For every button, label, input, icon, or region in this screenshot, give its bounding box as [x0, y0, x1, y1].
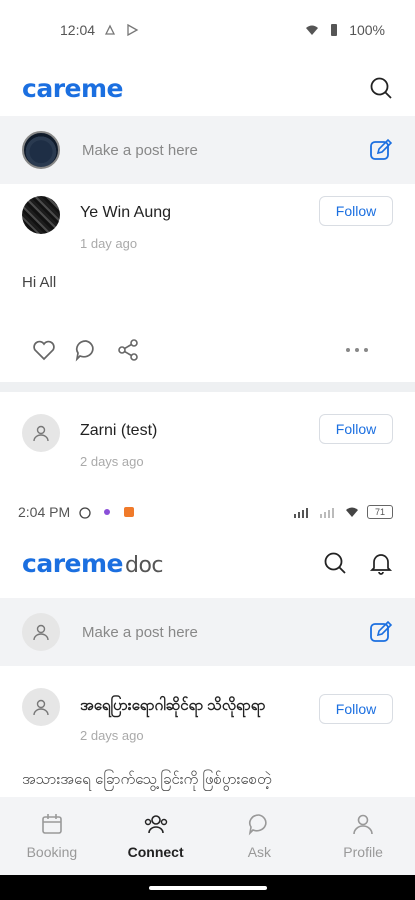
- post-composer[interactable]: Make a post here: [0, 598, 415, 666]
- play-icon: [127, 23, 139, 37]
- notifications-button[interactable]: [367, 549, 395, 577]
- more-button[interactable]: [343, 336, 371, 364]
- status-time: 12:04: [60, 22, 96, 38]
- post-card: အရေပြားရောဂါဆိုင်ရာ သိလိုရာရာ 2 days ago…: [0, 676, 415, 797]
- app-logo: caremedoc: [22, 548, 164, 578]
- people-icon: [144, 815, 167, 834]
- author-avatar[interactable]: [22, 688, 60, 726]
- heart-icon: [33, 340, 55, 361]
- author-avatar[interactable]: [22, 414, 60, 452]
- calendar-icon: [42, 814, 62, 834]
- nav-label: Profile: [343, 844, 383, 860]
- gesture-bar: [0, 875, 415, 900]
- post-card: Zarni (test) 2 days ago Follow: [0, 402, 415, 497]
- like-button[interactable]: [30, 336, 58, 364]
- author-name[interactable]: Zarni (test): [80, 422, 157, 440]
- follow-button[interactable]: Follow: [319, 414, 393, 444]
- author-name[interactable]: Ye Win Aung: [80, 204, 171, 222]
- more-icon: [346, 348, 368, 352]
- edit-icon: [370, 620, 393, 642]
- post-time: 1 day ago: [80, 236, 138, 251]
- nav-booking[interactable]: Booking: [12, 812, 92, 860]
- author-avatar[interactable]: [22, 196, 60, 234]
- app-header: careme: [0, 60, 415, 116]
- signal-icon: [294, 508, 308, 518]
- avatar: [22, 613, 60, 651]
- comment-icon: [75, 340, 94, 362]
- chat-icon: [249, 814, 268, 836]
- post-composer[interactable]: Make a post here: [0, 116, 415, 184]
- author-name[interactable]: အရေပြားရောဂါဆိုင်ရာ သိလိုရာရာ: [80, 696, 266, 718]
- post-card: Ye Win Aung 1 day ago Follow Hi All: [0, 184, 415, 382]
- battery-level: 100%: [349, 22, 385, 38]
- search-button[interactable]: [367, 74, 395, 102]
- post-time: 2 days ago: [80, 728, 144, 743]
- home-indicator[interactable]: [148, 885, 267, 890]
- section-divider: [0, 382, 415, 392]
- wifi-icon: [306, 25, 319, 35]
- search-button[interactable]: [321, 549, 349, 577]
- nav-label: Ask: [247, 844, 272, 860]
- share-icon: [118, 339, 138, 361]
- signal-icon-2: [320, 508, 334, 518]
- app-logo: careme: [22, 73, 123, 103]
- post-actions: [30, 336, 385, 364]
- nav-label: Connect: [127, 844, 184, 860]
- nav-connect[interactable]: Connect: [116, 812, 196, 860]
- user-icon: [353, 814, 373, 835]
- post-text: အသားအရေ ခြောက်သွေ့ခြင်းကို ဖြစ်ပွားစေတဲ့: [22, 771, 272, 788]
- search-icon: [324, 552, 346, 574]
- follow-button[interactable]: Follow: [319, 694, 393, 724]
- search-icon: [370, 77, 392, 99]
- post-input[interactable]: Make a post here: [82, 142, 367, 159]
- user-icon: [33, 425, 49, 442]
- app-header: caremedoc: [0, 535, 415, 591]
- nav-profile[interactable]: Profile: [323, 812, 403, 860]
- wifi-icon: [346, 507, 358, 517]
- status-time: 2:04 PM: [18, 504, 71, 520]
- compose-button[interactable]: [367, 618, 395, 646]
- battery-icon: 71: [367, 505, 393, 519]
- logo-text: careme: [22, 548, 123, 578]
- post-text: Hi All: [22, 274, 57, 291]
- app-icon: [124, 507, 135, 517]
- alarm-icon: [79, 507, 91, 519]
- status-bar: 2:04 PM 71: [0, 497, 415, 527]
- follow-button[interactable]: Follow: [319, 196, 393, 226]
- nav-ask[interactable]: Ask: [219, 812, 299, 860]
- compose-button[interactable]: [367, 136, 395, 164]
- logo-suffix: doc: [124, 552, 164, 578]
- avatar: [22, 131, 60, 169]
- status-bar: 12:04 100%: [0, 0, 415, 60]
- share-button[interactable]: [114, 336, 142, 364]
- user-icon: [33, 624, 49, 641]
- dot-icon: [104, 509, 111, 515]
- nav-label: Booking: [26, 844, 78, 860]
- comment-button[interactable]: [72, 336, 100, 364]
- user-icon: [33, 699, 49, 716]
- edit-icon: [370, 138, 393, 160]
- bell-icon: [369, 554, 393, 575]
- post-time: 2 days ago: [80, 454, 144, 469]
- battery-icon: [331, 24, 338, 36]
- bottom-nav: Booking Connect Ask Profile: [0, 797, 415, 875]
- post-input[interactable]: Make a post here: [82, 624, 367, 641]
- notification-icon: [104, 24, 116, 35]
